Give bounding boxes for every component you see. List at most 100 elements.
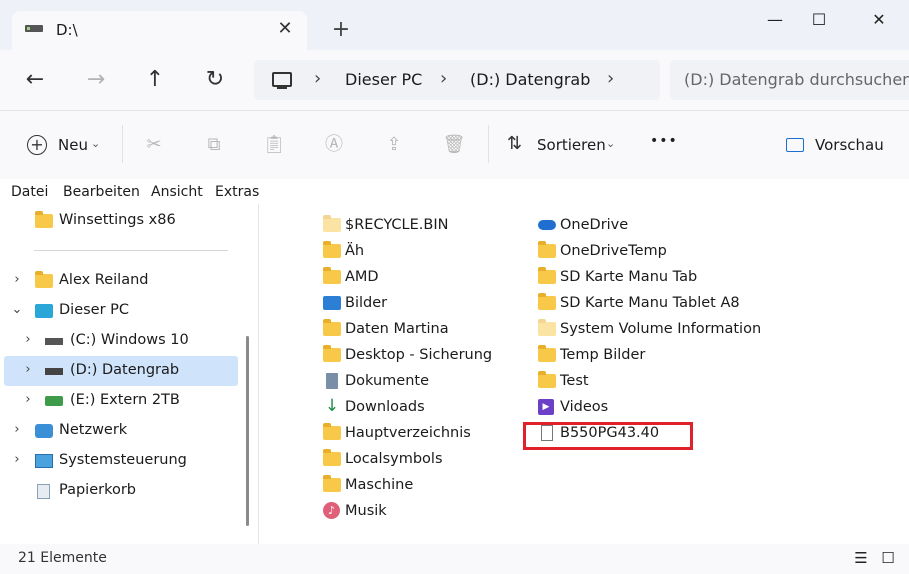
file-name: OneDrive (560, 217, 629, 233)
tab-d-drive[interactable]: D:\ ✕ (12, 11, 307, 50)
chevron-right-icon[interactable]: › (21, 392, 35, 407)
share-icon[interactable]: ⇪ (382, 133, 406, 157)
sidebar-item-dieser-pc[interactable]: ⌄ Dieser PC (0, 296, 238, 326)
drive-icon (45, 368, 63, 375)
monitor-icon (35, 304, 53, 318)
status-bar: 21 Elemente ☰ ☐ (0, 544, 909, 574)
file-name: Bilder (345, 295, 388, 311)
sidebar-item-label: (E:) Extern 2TB (70, 392, 180, 408)
sidebar-item-label: Winsettings x86 (59, 212, 176, 228)
sidebar-item-netzwerk[interactable]: › Netzwerk (0, 416, 238, 446)
refresh-button[interactable]: ↻ (197, 62, 233, 98)
file-name: Localsymbols (345, 451, 443, 467)
file-list: $RECYCLE.BIN Äh AMD Bilder Daten Martina… (259, 204, 909, 544)
file-name: Downloads (345, 399, 425, 415)
drive-icon (25, 25, 43, 32)
chevron-down-icon: ⌄ (91, 137, 101, 150)
sidebar-item-e-drive[interactable]: › (E:) Extern 2TB (0, 386, 238, 416)
back-button[interactable]: ← (17, 62, 53, 98)
menu-ansicht[interactable]: Ansicht (151, 184, 203, 200)
chevron-down-icon: ⌄ (606, 137, 616, 150)
sidebar-item-label: Alex Reiland (59, 272, 149, 288)
folder-icon (323, 345, 341, 362)
folder-icon (323, 267, 341, 284)
sidebar-item-d-drive[interactable]: › (D:) Datengrab (4, 356, 238, 386)
folder-icon (323, 241, 341, 258)
folder-icon (323, 423, 341, 440)
chevron-right-icon: › (440, 68, 448, 89)
chevron-right-icon[interactable]: › (10, 272, 24, 287)
file-name: Dokumente (345, 373, 430, 389)
recycle-bin-icon (37, 484, 50, 499)
documents-icon (326, 373, 338, 389)
menu-bearbeiten[interactable]: Bearbeiten (63, 184, 140, 200)
sidebar-item-papierkorb[interactable]: Papierkorb (0, 476, 238, 506)
network-icon (35, 424, 53, 438)
sort-button[interactable]: Sortieren (537, 136, 606, 154)
command-bar: + Neu ⌄ ✂ ⧉ 📋︎ Ⓐ ⇪ 🗑︎ ⇅ Sortieren ⌄ ••• … (0, 111, 909, 179)
folder-icon (538, 371, 556, 388)
sidebar-item-c-drive[interactable]: › (C:) Windows 10 (0, 326, 238, 356)
new-plus-icon: + (27, 135, 47, 155)
file-name: System Volume Information (560, 321, 762, 337)
address-bar[interactable]: › Dieser PC › (D:) Datengrab › (254, 60, 660, 100)
folder-icon (538, 267, 556, 284)
menu-datei[interactable]: Datei (11, 184, 48, 200)
file-name: Test (560, 373, 589, 389)
file-name: OneDriveTemp (560, 243, 667, 259)
sidebar-item-label: Systemsteuerung (59, 452, 187, 468)
file-name: Videos (560, 399, 609, 415)
up-button[interactable]: ↑ (137, 62, 173, 98)
folder-icon (35, 271, 53, 288)
computer-icon (272, 72, 292, 89)
close-window-button[interactable]: ✕ (863, 8, 895, 32)
onedrive-icon (538, 220, 556, 230)
chevron-right-icon[interactable]: › (21, 362, 35, 377)
windows-drive-icon (45, 338, 63, 345)
tiles-view-icon[interactable]: ☐ (879, 550, 897, 566)
new-tab-button[interactable]: + (328, 17, 354, 43)
folder-icon (538, 345, 556, 362)
search-input[interactable]: (D:) Datengrab durchsuchen (670, 60, 909, 100)
file-name: $RECYCLE.BIN (345, 217, 449, 233)
preview-button[interactable]: Vorschau (815, 136, 884, 154)
videos-icon: ▶ (538, 399, 554, 415)
details-view-icon[interactable]: ☰ (852, 550, 870, 566)
sidebar-item-systemsteuerung[interactable]: › Systemsteuerung (0, 446, 238, 476)
sidebar-item-alex-reiland[interactable]: › Alex Reiland (0, 266, 238, 296)
folder-icon (323, 319, 341, 336)
minimize-button[interactable]: — (759, 8, 791, 32)
forward-button[interactable]: → (78, 62, 114, 98)
delete-icon[interactable]: 🗑︎ (442, 133, 466, 157)
folder-icon (323, 449, 341, 466)
paste-icon[interactable]: 📋︎ (262, 133, 286, 157)
tab-close-button[interactable]: ✕ (274, 18, 296, 40)
copy-icon[interactable]: ⧉ (202, 133, 226, 157)
chevron-right-icon[interactable]: › (21, 332, 35, 347)
new-button[interactable]: Neu (58, 136, 88, 154)
sort-icon: ⇅ (507, 133, 523, 154)
chevron-right-icon[interactable]: › (10, 452, 24, 467)
folder-icon (323, 215, 341, 232)
chevron-right-icon[interactable]: › (10, 422, 24, 437)
file-name: Musik (345, 503, 387, 519)
sidebar-item-label: Netzwerk (59, 422, 128, 438)
breadcrumb-dieser-pc[interactable]: Dieser PC (345, 70, 422, 89)
folder-icon (323, 475, 341, 492)
sidebar-item-label: (C:) Windows 10 (70, 332, 189, 348)
menu-extras[interactable]: Extras (215, 184, 259, 200)
sidebar-scrollbar[interactable] (246, 336, 249, 526)
chevron-down-icon[interactable]: ⌄ (10, 302, 24, 317)
more-options-button[interactable]: ••• (650, 133, 678, 149)
control-panel-icon (35, 454, 53, 468)
folder-icon (538, 241, 556, 258)
cut-icon[interactable]: ✂ (142, 133, 166, 157)
breadcrumb-datengrab[interactable]: (D:) Datengrab (470, 70, 590, 89)
toolbar-separator (488, 125, 489, 163)
rename-icon[interactable]: Ⓐ (322, 133, 346, 157)
sidebar-item-winsettings[interactable]: Winsettings x86 (0, 206, 238, 236)
chevron-right-icon[interactable]: › (607, 68, 614, 89)
toolbar-separator (122, 125, 123, 163)
maximize-button[interactable]: ☐ (803, 8, 835, 32)
folder-icon (35, 211, 53, 228)
